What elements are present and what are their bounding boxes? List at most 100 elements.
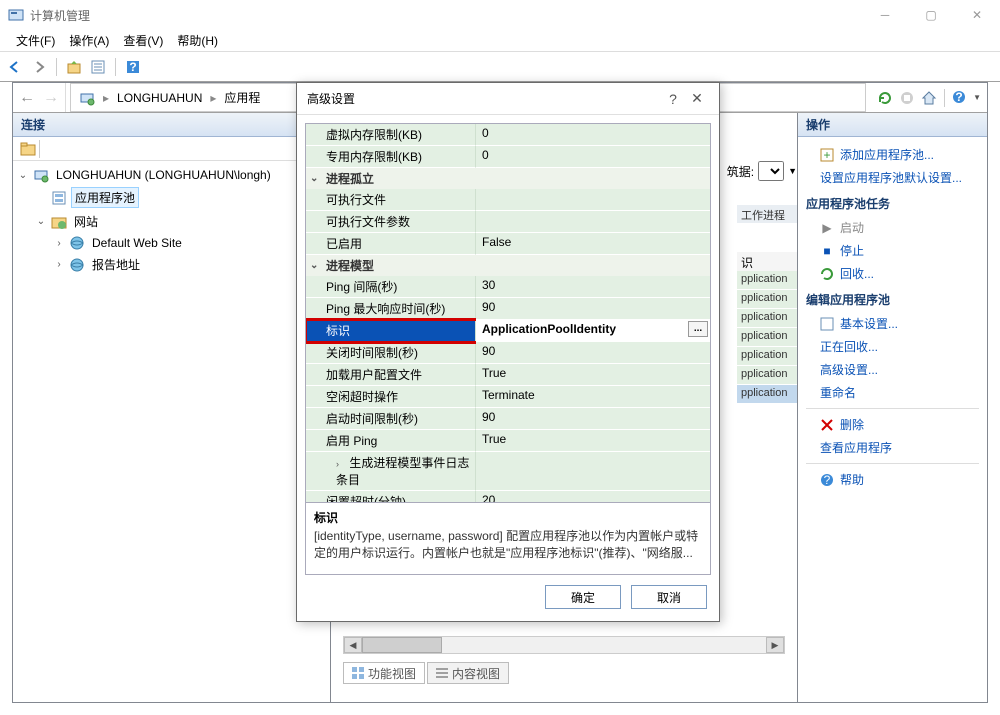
list-header-fragment[interactable]: 工作进程 bbox=[737, 205, 797, 224]
list-row-selected[interactable]: pplication bbox=[737, 385, 797, 404]
menu-view[interactable]: 查看(V) bbox=[117, 30, 169, 51]
tree-default-site[interactable]: Default Web Site bbox=[89, 235, 185, 251]
list-row[interactable]: pplication bbox=[737, 347, 797, 366]
prop-load-profile[interactable]: 加载用户配置文件 bbox=[306, 364, 476, 386]
tree-toggle[interactable]: › bbox=[53, 259, 65, 270]
list-row[interactable]: pplication bbox=[737, 309, 797, 328]
add-icon: + bbox=[820, 148, 834, 162]
action-recycle[interactable]: 回收... bbox=[806, 262, 979, 285]
tree-apppools[interactable]: 应用程序池 bbox=[71, 187, 139, 208]
prop-ping-max[interactable]: Ping 最大响应时间(秒) bbox=[306, 298, 476, 320]
list-row[interactable]: pplication bbox=[737, 290, 797, 309]
scroll-thumb[interactable] bbox=[362, 637, 442, 653]
prop-identity[interactable]: 标识 bbox=[306, 320, 476, 342]
property-grid[interactable]: 虚拟内存限制(KB)0 专用内存限制(KB)0 ⌄进程孤立 可执行文件 可执行文… bbox=[305, 123, 711, 503]
dialog-titlebar[interactable]: 高级设置 ? ✕ bbox=[297, 83, 719, 115]
refresh-icon[interactable] bbox=[876, 89, 894, 107]
action-advanced-settings[interactable]: 高级设置... bbox=[806, 358, 979, 381]
scroll-right-icon[interactable]: ▶ bbox=[766, 637, 784, 653]
iis-back-icon[interactable]: ← bbox=[19, 89, 35, 107]
actions-edit-title: 编辑应用程序池 bbox=[806, 285, 979, 312]
nav-back-icon[interactable] bbox=[6, 58, 24, 76]
prop-cat-process-model[interactable]: ⌄进程模型 bbox=[306, 255, 710, 276]
dialog-help-button[interactable]: ? bbox=[661, 91, 685, 107]
prop-ping-interval[interactable]: Ping 间隔(秒) bbox=[306, 276, 476, 298]
filter-select[interactable] bbox=[758, 161, 784, 181]
action-stop[interactable]: ■停止 bbox=[806, 239, 979, 262]
prop-exe[interactable]: 可执行文件 bbox=[306, 189, 476, 211]
prop-shutdown[interactable]: 关闭时间限制(秒) bbox=[306, 342, 476, 364]
prop-gen-event[interactable]: › 生成进程模型事件日志条目 bbox=[306, 452, 476, 491]
action-start[interactable]: ▶启动 bbox=[806, 216, 979, 239]
property-description: 标识 [identityType, username, password] 配置… bbox=[305, 503, 711, 575]
tree-toggle[interactable]: ⌄ bbox=[17, 170, 29, 181]
horizontal-scrollbar[interactable]: ◀ ▶ bbox=[343, 636, 785, 654]
prop-cat-isolation[interactable]: ⌄进程孤立 bbox=[306, 168, 710, 189]
tree-server[interactable]: LONGHUAHUN (LONGHUAHUN\longh) bbox=[53, 167, 274, 183]
breadcrumb-server[interactable]: LONGHUAHUN bbox=[117, 91, 202, 105]
tree-report-site[interactable]: 报告地址 bbox=[89, 255, 143, 274]
group-label-fragment: 识 bbox=[737, 252, 797, 271]
prop-iso-enabled[interactable]: 已启用 bbox=[306, 233, 476, 255]
help-dropdown-icon[interactable]: ? bbox=[951, 89, 969, 107]
nav-forward-icon[interactable] bbox=[30, 58, 48, 76]
delete-icon bbox=[820, 418, 834, 432]
action-set-defaults[interactable]: 设置应用程序池默认设置... bbox=[806, 166, 979, 189]
action-view-apps[interactable]: 查看应用程序 bbox=[806, 436, 979, 459]
scroll-left-icon[interactable]: ◀ bbox=[344, 637, 362, 653]
list-row[interactable]: pplication bbox=[737, 366, 797, 385]
settings-icon bbox=[820, 317, 834, 331]
stop-icon: ■ bbox=[820, 244, 834, 258]
tree-toggle[interactable]: ⌄ bbox=[35, 216, 47, 227]
ellipsis-button[interactable]: ... bbox=[688, 321, 708, 337]
tree-sites[interactable]: 网站 bbox=[71, 212, 101, 231]
prop-exe-args[interactable]: 可执行文件参数 bbox=[306, 211, 476, 233]
close-button[interactable]: ✕ bbox=[954, 0, 1000, 30]
tab-feature-view[interactable]: 功能视图 bbox=[343, 662, 425, 684]
action-basic-settings[interactable]: 基本设置... bbox=[806, 312, 979, 335]
action-add-apppool[interactable]: +添加应用程序池... bbox=[806, 143, 979, 166]
filter-label: 筑据: bbox=[727, 163, 754, 180]
properties-icon[interactable] bbox=[89, 58, 107, 76]
svg-text:?: ? bbox=[129, 60, 136, 74]
menu-action[interactable]: 操作(A) bbox=[63, 30, 115, 51]
chevron-down-icon[interactable]: ▼ bbox=[973, 93, 981, 102]
action-rename[interactable]: 重命名 bbox=[806, 381, 979, 404]
help-icon[interactable]: ? bbox=[124, 58, 142, 76]
tab-content-view[interactable]: 内容视图 bbox=[427, 662, 509, 684]
action-recycling[interactable]: 正在回收... bbox=[806, 335, 979, 358]
menubar: 文件(F) 操作(A) 查看(V) 帮助(H) bbox=[0, 30, 1000, 52]
prop-private-mem[interactable]: 专用内存限制(KB) bbox=[306, 146, 476, 168]
prop-idle-timeout[interactable]: 闲置超时(分钟) bbox=[306, 491, 476, 503]
chevron-down-icon[interactable]: ▼ bbox=[788, 166, 797, 176]
up-icon[interactable] bbox=[65, 58, 83, 76]
action-help[interactable]: ?帮助 bbox=[806, 468, 979, 491]
menu-file[interactable]: 文件(F) bbox=[10, 30, 61, 51]
list-row[interactable]: pplication bbox=[737, 271, 797, 290]
stop-icon[interactable] bbox=[898, 89, 916, 107]
connections-tree[interactable]: ⌄ LONGHUAHUN (LONGHUAHUN\longh) 应用程序池 ⌄ … bbox=[13, 161, 330, 702]
tree-toggle[interactable]: › bbox=[53, 238, 65, 249]
maximize-button[interactable]: ▢ bbox=[908, 0, 954, 30]
cancel-button[interactable]: 取消 bbox=[631, 585, 707, 609]
prop-startup[interactable]: 启动时间限制(秒) bbox=[306, 408, 476, 430]
prop-idle-action[interactable]: 空闲超时操作 bbox=[306, 386, 476, 408]
dialog-close-button[interactable]: ✕ bbox=[685, 90, 709, 107]
chevron-down-icon[interactable]: ⌄ bbox=[310, 173, 322, 184]
breadcrumb-section[interactable]: 应用程 bbox=[224, 89, 260, 106]
advanced-settings-dialog: 高级设置 ? ✕ 虚拟内存限制(KB)0 专用内存限制(KB)0 ⌄进程孤立 可… bbox=[296, 82, 720, 622]
minimize-button[interactable]: ─ bbox=[862, 0, 908, 30]
prop-ping-enabled[interactable]: 启用 Ping bbox=[306, 430, 476, 452]
home-icon[interactable] bbox=[920, 89, 938, 107]
prop-identity-value[interactable]: ApplicationPoolIdentity... bbox=[476, 320, 710, 342]
connections-panel: 连接 ⌄ LONGHUAHUN (LONGHUAHUN\longh) 应用程序池 bbox=[13, 113, 331, 702]
prop-virtual-mem[interactable]: 虚拟内存限制(KB) bbox=[306, 124, 476, 146]
folder-icon[interactable] bbox=[19, 140, 37, 158]
menu-help[interactable]: 帮助(H) bbox=[171, 30, 224, 51]
action-delete[interactable]: 删除 bbox=[806, 413, 979, 436]
chevron-down-icon[interactable]: ⌄ bbox=[310, 260, 322, 271]
iis-forward-icon[interactable]: → bbox=[43, 89, 59, 107]
list-row[interactable]: pplication bbox=[737, 328, 797, 347]
ok-button[interactable]: 确定 bbox=[545, 585, 621, 609]
sites-icon bbox=[51, 214, 67, 230]
